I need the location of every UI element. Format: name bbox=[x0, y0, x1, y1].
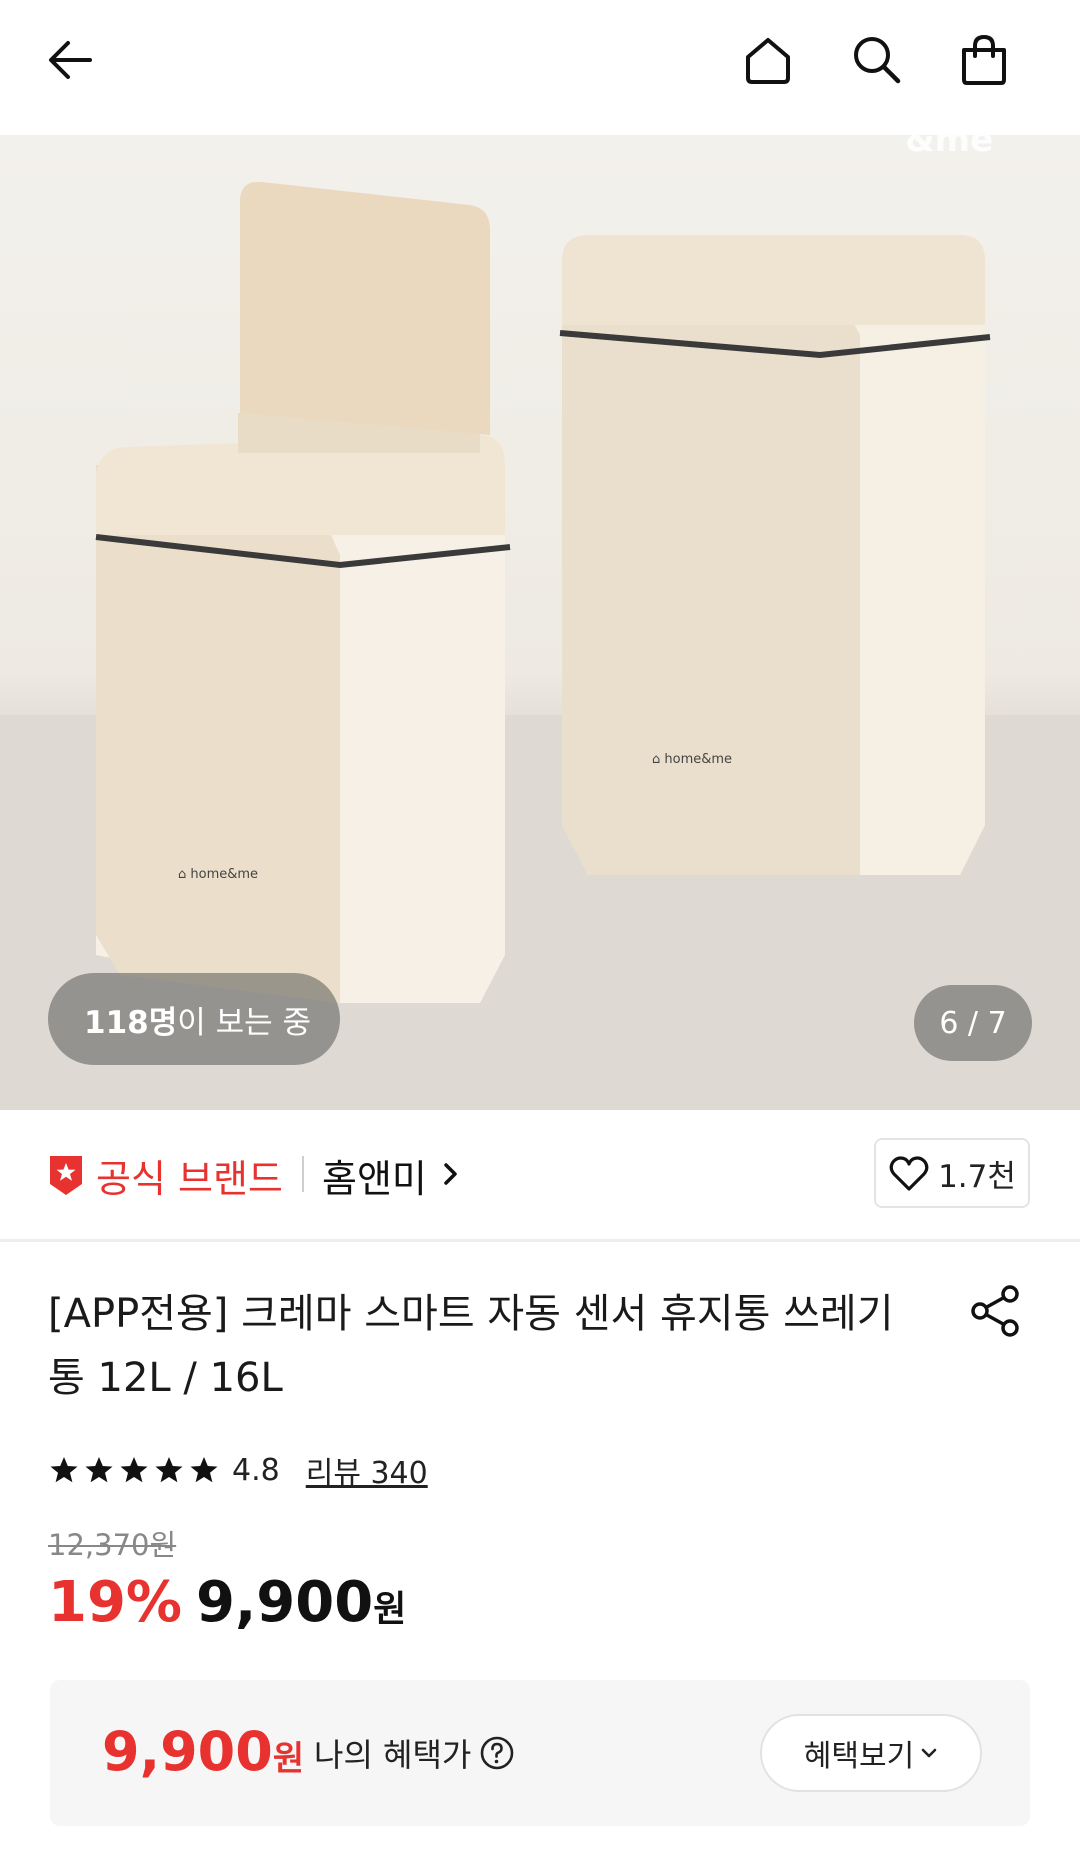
home-icon bbox=[746, 38, 790, 84]
benefit-amount: 9,900 bbox=[102, 1720, 273, 1783]
benefit-label: 나의 혜택가 bbox=[314, 1736, 472, 1774]
viewer-suffix: 이 보는 중 bbox=[177, 1004, 312, 1041]
discount-rate: 19% bbox=[48, 1570, 183, 1635]
benefit-unit: 원 bbox=[272, 1739, 305, 1779]
benefit-label-row: 나의 혜택가 bbox=[314, 1730, 515, 1776]
arrow-left-icon bbox=[49, 41, 92, 79]
sale-price-unit: 원 bbox=[373, 1589, 407, 1630]
viewer-count: 118명 bbox=[84, 1004, 178, 1041]
back-button[interactable] bbox=[38, 28, 102, 92]
top-nav-bar bbox=[0, 0, 1080, 135]
star-rating bbox=[48, 1454, 220, 1486]
search-icon bbox=[854, 37, 901, 84]
viewer-count-badge: 118명 이 보는 중 bbox=[48, 973, 340, 1065]
price-row: 19% 9,900 원 bbox=[48, 1570, 406, 1635]
cart-button[interactable] bbox=[952, 28, 1016, 92]
sale-price: 9,900 bbox=[196, 1570, 374, 1635]
rating-row: 4.8 리뷰 340 bbox=[48, 1448, 428, 1492]
share-icon[interactable] bbox=[966, 1282, 1024, 1340]
rating-value: 4.8 bbox=[232, 1452, 280, 1488]
star-icon bbox=[50, 1457, 78, 1483]
star-icon bbox=[120, 1457, 148, 1483]
search-button[interactable] bbox=[844, 28, 908, 92]
like-button[interactable]: 1.7천 bbox=[874, 1138, 1030, 1208]
product-title: [APP전용] 크레마 스마트 자동 센서 휴지통 쓰레기통 12L / 16L bbox=[48, 1291, 894, 1401]
official-brand-label: 공식 브랜드 bbox=[96, 1157, 283, 1201]
star-icon bbox=[85, 1457, 113, 1483]
chevron-down-icon bbox=[921, 1748, 937, 1758]
star-icon bbox=[155, 1457, 183, 1483]
shopping-bag-icon bbox=[962, 34, 1006, 85]
like-count: 1.7천 bbox=[938, 1158, 1016, 1195]
svg-text:&me: &me bbox=[905, 135, 993, 160]
my-benefit-price-box: 9,900 원 나의 혜택가 혜택보기 bbox=[50, 1680, 1030, 1826]
brand-name-link[interactable]: 홈앤미 bbox=[322, 1148, 427, 1203]
divider bbox=[302, 1156, 304, 1192]
image-page-indicator: 6 / 7 bbox=[914, 985, 1032, 1061]
view-benefits-label: 혜택보기 bbox=[803, 1739, 915, 1774]
official-brand-badge-icon bbox=[50, 1156, 82, 1195]
star-icon bbox=[190, 1457, 218, 1483]
view-benefits-button[interactable]: 혜택보기 bbox=[760, 1714, 982, 1792]
heart-icon bbox=[889, 1156, 929, 1191]
brand-row: 공식 브랜드 홈앤미 1.7천 bbox=[0, 1110, 1080, 1242]
chevron-right-icon bbox=[444, 1163, 457, 1185]
home-button[interactable] bbox=[736, 28, 800, 92]
product-photo: &me ⌂ home&me ⌂ home&me bbox=[0, 135, 1080, 1110]
product-logo: ⌂ home&me bbox=[652, 752, 732, 767]
review-link[interactable]: 리뷰 340 bbox=[306, 1448, 428, 1492]
original-price: 12,370원 bbox=[48, 1528, 177, 1562]
svg-text:⌂ home&me: ⌂ home&me bbox=[178, 867, 258, 882]
benefit-price: 9,900 원 bbox=[102, 1720, 304, 1783]
product-image-carousel[interactable]: &me ⌂ home&me ⌂ home&me 118명 이 보는 중 6 / 7 bbox=[0, 135, 1080, 1110]
question-circle-icon[interactable] bbox=[479, 1735, 515, 1771]
